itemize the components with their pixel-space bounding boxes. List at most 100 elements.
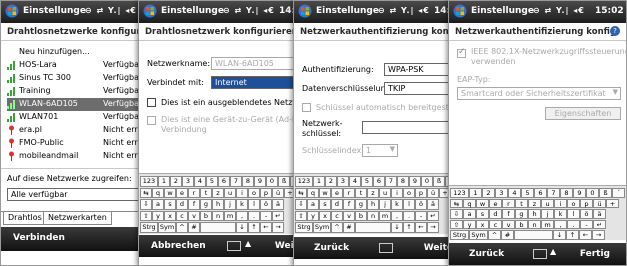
keyboard-key[interactable]: ↵ — [593, 219, 606, 229]
keyboard-key[interactable]: k — [236, 199, 248, 210]
keyboard-key[interactable]: , — [554, 219, 567, 229]
keyboard-key[interactable]: # — [501, 230, 514, 240]
keyboard-key[interactable]: ^ — [331, 222, 343, 233]
keyboard-key[interactable]: v — [343, 210, 355, 221]
keyboard-key[interactable]: a — [463, 209, 476, 219]
keyboard-key[interactable]: ← — [415, 222, 427, 233]
keyboard-key[interactable]: q — [152, 187, 164, 198]
keyboard-key[interactable]: ü — [272, 187, 284, 198]
keyboard-key[interactable]: c — [176, 210, 188, 221]
keyboard-key[interactable]: 3 — [337, 176, 349, 187]
key-auto-checkbox[interactable] — [302, 103, 311, 112]
keyboard-key[interactable]: o — [403, 187, 415, 198]
keyboard-key[interactable]: ü — [593, 198, 606, 208]
keyboard-key[interactable]: # — [343, 222, 355, 233]
keyboard-key[interactable]: w — [319, 187, 331, 198]
list-item[interactable]: HOS-Lara Verfügbar — [7, 59, 143, 72]
soft-keyboard[interactable]: 1231234567890ß´⇆qwertzuiopü+⇩asdfghjklöä… — [294, 173, 457, 234]
keyboard-key[interactable]: . — [248, 210, 260, 221]
keyboard-key[interactable]: 7 — [230, 176, 242, 187]
keyboard-key[interactable]: ↑ — [248, 222, 260, 233]
keyboard-key[interactable]: v — [502, 219, 515, 229]
ieee-checkbox[interactable] — [457, 47, 466, 58]
keyboard-key[interactable]: 5 — [206, 176, 218, 187]
keyboard-key[interactable]: ⇩ — [450, 209, 463, 219]
keyboard-key[interactable]: Sym — [469, 230, 488, 240]
keyboard-key[interactable] — [200, 222, 236, 233]
keyboard-key[interactable]: p — [580, 198, 593, 208]
keyboard-key[interactable]: r — [343, 187, 355, 198]
keyboard-key[interactable]: ä — [593, 209, 606, 219]
keyboard-key[interactable]: d — [331, 199, 343, 210]
keyboard-key[interactable]: 2 — [170, 176, 182, 187]
keyboard-key[interactable]: z — [528, 198, 541, 208]
keyboard-key[interactable]: c — [331, 210, 343, 221]
keyboard-key[interactable]: - — [260, 210, 272, 221]
keyboard-key[interactable]: s — [164, 199, 176, 210]
keyboard-key[interactable]: ↵ — [427, 210, 439, 221]
properties-button[interactable]: Eigenschaften — [545, 107, 621, 120]
keyboard-key[interactable]: g — [515, 209, 528, 219]
keyboard-key[interactable]: 5 — [521, 188, 534, 198]
keyboard-key[interactable]: 8 — [397, 176, 409, 187]
keyboard-key[interactable]: ä — [427, 199, 439, 210]
authentication-dropdown[interactable]: WPA-PSK — [384, 63, 454, 76]
keyboard-key[interactable]: a — [307, 199, 319, 210]
keyboard-key[interactable]: z — [212, 187, 224, 198]
keyboard-key[interactable]: 6 — [534, 188, 547, 198]
keyboard-key[interactable] — [355, 222, 391, 233]
keyboard-key[interactable]: o — [248, 187, 260, 198]
keyboard-key[interactable]: n — [367, 210, 379, 221]
keyboard-key[interactable]: a — [152, 199, 164, 210]
keyboard-key[interactable]: 8 — [242, 176, 254, 187]
keyboard-key[interactable]: 5 — [361, 176, 373, 187]
keyboard-key[interactable]: ↑ — [566, 230, 579, 240]
keyboard-icon[interactable] — [227, 241, 241, 251]
keyboard-key[interactable]: Sym — [313, 222, 331, 233]
keyboard-key[interactable]: → — [592, 230, 605, 240]
keyboard-key[interactable]: # — [188, 222, 200, 233]
keyboard-key[interactable]: ↓ — [391, 222, 403, 233]
keyboard-key[interactable]: u — [379, 187, 391, 198]
keyboard-key[interactable]: - — [415, 210, 427, 221]
adhoc-checkbox[interactable] — [147, 116, 156, 125]
keyboard-key[interactable]: t — [200, 187, 212, 198]
list-item[interactable]: era.pl Nicht errei — [7, 124, 145, 137]
keyboard-key[interactable]: 6 — [218, 176, 230, 187]
status-icons[interactable]: ⊖ ⇄ Y.| ◂€ — [533, 6, 585, 15]
keyboard-key[interactable]: ↓ — [236, 222, 248, 233]
keyboard-key[interactable]: s — [319, 199, 331, 210]
list-item-selected[interactable]: WLAN-6AD105 Verfügbar — [7, 98, 143, 111]
list-item[interactable]: Sinus TC 300 Verfügbar — [7, 72, 143, 85]
keyboard-key[interactable]: k — [391, 199, 403, 210]
keyboard-key[interactable]: 2 — [325, 176, 337, 187]
hidden-network-checkbox[interactable] — [147, 98, 156, 107]
keyboard-key[interactable]: ← — [579, 230, 592, 240]
keyboard-key[interactable]: - — [580, 219, 593, 229]
finish-softkey[interactable]: Fertig — [580, 249, 610, 259]
keyboard-key[interactable]: r — [188, 187, 200, 198]
keyboard-key[interactable]: 123 — [450, 188, 469, 198]
list-item[interactable]: Training Verfügbar — [7, 85, 143, 98]
keyboard-key[interactable]: ⇆ — [450, 198, 463, 208]
clock[interactable]: 15:02 — [595, 6, 624, 16]
windows-start-icon[interactable] — [143, 4, 157, 18]
windows-start-icon[interactable] — [453, 4, 467, 18]
keyboard-key[interactable]: ö — [580, 209, 593, 219]
keyboard-key[interactable]: q — [463, 198, 476, 208]
keyboard-key[interactable]: ⇩ — [295, 199, 307, 210]
keyboard-key[interactable]: h — [528, 209, 541, 219]
keyboard-key[interactable]: Strg — [140, 222, 158, 233]
list-item[interactable]: FMO-Public Nicht errei — [7, 137, 145, 150]
keyboard-key[interactable]: 8 — [560, 188, 573, 198]
keyboard-key[interactable]: ⇩ — [140, 199, 152, 210]
keyboard-key[interactable]: ← — [260, 222, 272, 233]
network-name-input[interactable]: WLAN-6AD105 — [211, 57, 301, 70]
keyboard-key[interactable]: → — [427, 222, 439, 233]
keyboard-key[interactable]: x — [319, 210, 331, 221]
keyboard-key[interactable]: ↵ — [272, 210, 284, 221]
keyboard-key[interactable]: ⇆ — [295, 187, 307, 198]
back-softkey[interactable]: Zurück — [469, 249, 504, 259]
keyboard-key[interactable]: d — [489, 209, 502, 219]
keyboard-key[interactable]: b — [355, 210, 367, 221]
